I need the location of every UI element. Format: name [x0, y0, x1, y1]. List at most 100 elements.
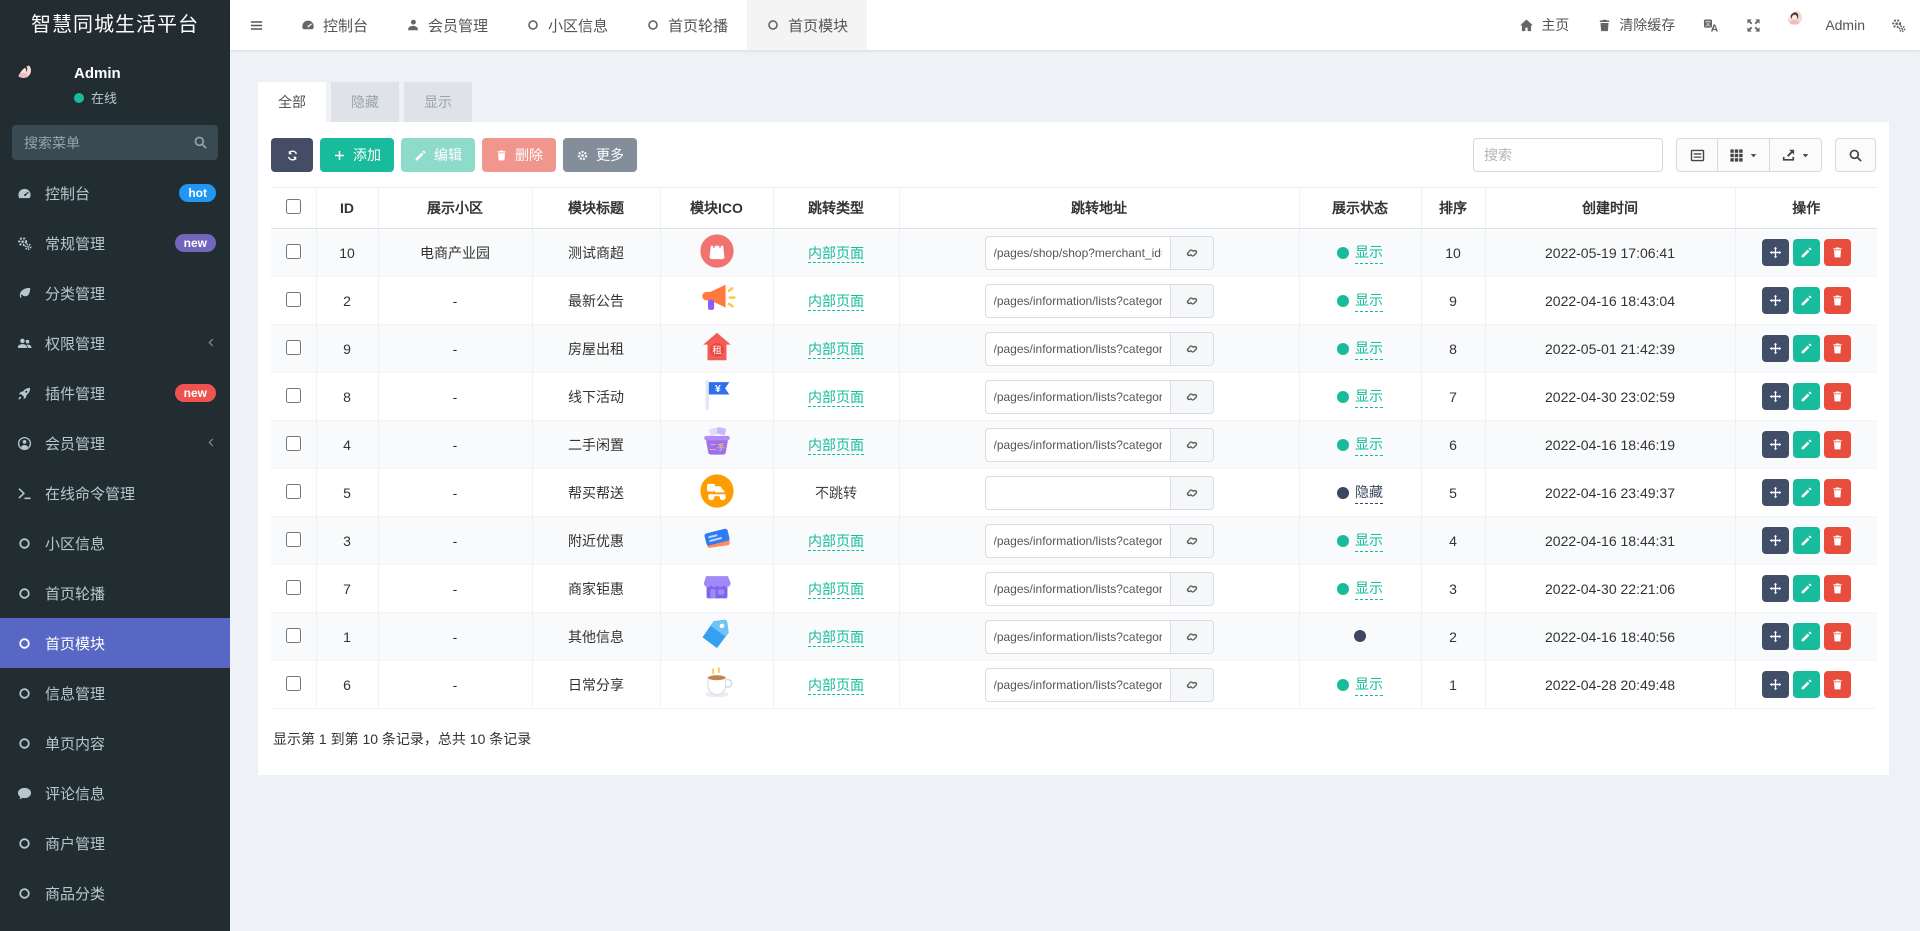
row-checkbox[interactable]	[285, 435, 301, 451]
edit-button[interactable]: 编辑	[401, 138, 475, 172]
nav-tab-4[interactable]: 首页模块	[747, 0, 868, 50]
export-button[interactable]	[1769, 138, 1822, 172]
delete-row-button[interactable]	[1823, 575, 1851, 602]
move-button[interactable]	[1761, 671, 1789, 698]
delete-button[interactable]: 删除	[482, 138, 556, 172]
add-button[interactable]: 添加	[320, 138, 394, 172]
row-checkbox[interactable]	[285, 483, 301, 499]
sidebar-item-0[interactable]: 控制台 hot	[0, 168, 230, 218]
jump-type[interactable]: 内部页面	[808, 532, 864, 551]
link-button[interactable]	[1170, 667, 1214, 702]
delete-row-button[interactable]	[1823, 479, 1851, 506]
delete-row-button[interactable]	[1823, 287, 1851, 314]
sidebar-item-8[interactable]: 首页轮播	[0, 568, 230, 618]
status-badge[interactable]: 显示	[1337, 386, 1383, 408]
move-button[interactable]	[1761, 431, 1789, 458]
link-button[interactable]	[1170, 523, 1214, 558]
row-checkbox[interactable]	[285, 579, 301, 595]
link-button[interactable]	[1170, 427, 1214, 462]
filter-tab-2[interactable]: 显示	[404, 82, 472, 122]
jump-type[interactable]: 内部页面	[808, 388, 864, 407]
link-button[interactable]	[1170, 379, 1214, 414]
status-badge[interactable]	[1354, 629, 1366, 642]
sidebar-item-5[interactable]: 会员管理	[0, 418, 230, 468]
sidebar-item-4[interactable]: 插件管理 new	[0, 368, 230, 418]
move-button[interactable]	[1761, 383, 1789, 410]
jump-type[interactable]: 内部页面	[808, 676, 864, 695]
edit-row-button[interactable]	[1792, 575, 1820, 602]
search-toggle-button[interactable]	[1835, 138, 1876, 172]
jump-type[interactable]: 内部页面	[808, 628, 864, 647]
select-all-checkbox[interactable]	[285, 199, 301, 214]
filter-tab-0[interactable]: 全部	[258, 82, 326, 122]
edit-row-button[interactable]	[1792, 335, 1820, 362]
admin-menu[interactable]: Admin	[1775, 0, 1877, 50]
sidebar-item-12[interactable]: 评论信息	[0, 768, 230, 818]
jump-url-input[interactable]	[984, 523, 1171, 558]
link-button[interactable]	[1170, 331, 1214, 366]
move-button[interactable]	[1761, 527, 1789, 554]
status-badge[interactable]: 显示	[1337, 674, 1383, 696]
sidebar-toggle-button[interactable]	[230, 0, 282, 50]
delete-row-button[interactable]	[1823, 239, 1851, 266]
status-badge[interactable]: 显示	[1337, 530, 1383, 552]
sidebar-item-2[interactable]: 分类管理	[0, 268, 230, 318]
status-badge[interactable]: 显示	[1337, 290, 1383, 312]
link-button[interactable]	[1170, 475, 1214, 510]
edit-row-button[interactable]	[1792, 479, 1820, 506]
delete-row-button[interactable]	[1823, 431, 1851, 458]
link-button[interactable]	[1170, 619, 1214, 654]
jump-url-input[interactable]	[984, 667, 1171, 702]
nav-tab-1[interactable]: 会员管理	[387, 0, 507, 50]
edit-row-button[interactable]	[1792, 383, 1820, 410]
fullscreen-button[interactable]	[1732, 0, 1775, 50]
move-button[interactable]	[1761, 287, 1789, 314]
edit-row-button[interactable]	[1792, 431, 1820, 458]
jump-type[interactable]: 不跳转	[815, 485, 857, 501]
delete-row-button[interactable]	[1823, 383, 1851, 410]
status-badge[interactable]: 隐藏	[1337, 482, 1383, 504]
jump-type[interactable]: 内部页面	[808, 436, 864, 455]
status-badge[interactable]: 显示	[1337, 242, 1383, 264]
home-link[interactable]: 主页	[1505, 0, 1583, 50]
row-checkbox[interactable]	[285, 243, 301, 259]
jump-url-input[interactable]	[984, 619, 1171, 654]
jump-type[interactable]: 内部页面	[808, 292, 864, 311]
delete-row-button[interactable]	[1823, 623, 1851, 650]
more-button[interactable]: 更多	[563, 138, 637, 172]
settings-button[interactable]	[1877, 0, 1920, 50]
jump-url-input[interactable]	[984, 571, 1171, 606]
edit-row-button[interactable]	[1792, 527, 1820, 554]
move-button[interactable]	[1761, 623, 1789, 650]
jump-url-input[interactable]	[984, 235, 1171, 270]
detail-view-button[interactable]	[1676, 138, 1717, 172]
edit-row-button[interactable]	[1792, 671, 1820, 698]
status-badge[interactable]: 显示	[1337, 434, 1383, 456]
filter-tab-1[interactable]: 隐藏	[331, 82, 399, 122]
move-button[interactable]	[1761, 575, 1789, 602]
row-checkbox[interactable]	[285, 291, 301, 307]
nav-tab-3[interactable]: 首页轮播	[627, 0, 747, 50]
move-button[interactable]	[1761, 479, 1789, 506]
row-checkbox[interactable]	[285, 675, 301, 691]
jump-url-input[interactable]	[984, 283, 1171, 318]
refresh-button[interactable]	[271, 138, 313, 172]
link-button[interactable]	[1170, 571, 1214, 606]
row-checkbox[interactable]	[285, 339, 301, 355]
sidebar-item-14[interactable]: 商品分类	[0, 868, 230, 918]
row-checkbox[interactable]	[285, 387, 301, 403]
edit-row-button[interactable]	[1792, 287, 1820, 314]
edit-row-button[interactable]	[1792, 623, 1820, 650]
sidebar-item-6[interactable]: 在线命令管理	[0, 468, 230, 518]
status-badge[interactable]: 显示	[1337, 578, 1383, 600]
jump-type[interactable]: 内部页面	[808, 580, 864, 599]
table-search-input[interactable]	[1473, 138, 1663, 172]
jump-type[interactable]: 内部页面	[808, 244, 864, 263]
sidebar-item-9[interactable]: 首页模块	[0, 618, 230, 668]
sidebar-item-7[interactable]: 小区信息	[0, 518, 230, 568]
nav-tab-2[interactable]: 小区信息	[507, 0, 627, 50]
language-button[interactable]: 文	[1689, 0, 1732, 50]
delete-row-button[interactable]	[1823, 671, 1851, 698]
nav-tab-0[interactable]: 控制台	[282, 0, 387, 50]
link-button[interactable]	[1170, 235, 1214, 270]
